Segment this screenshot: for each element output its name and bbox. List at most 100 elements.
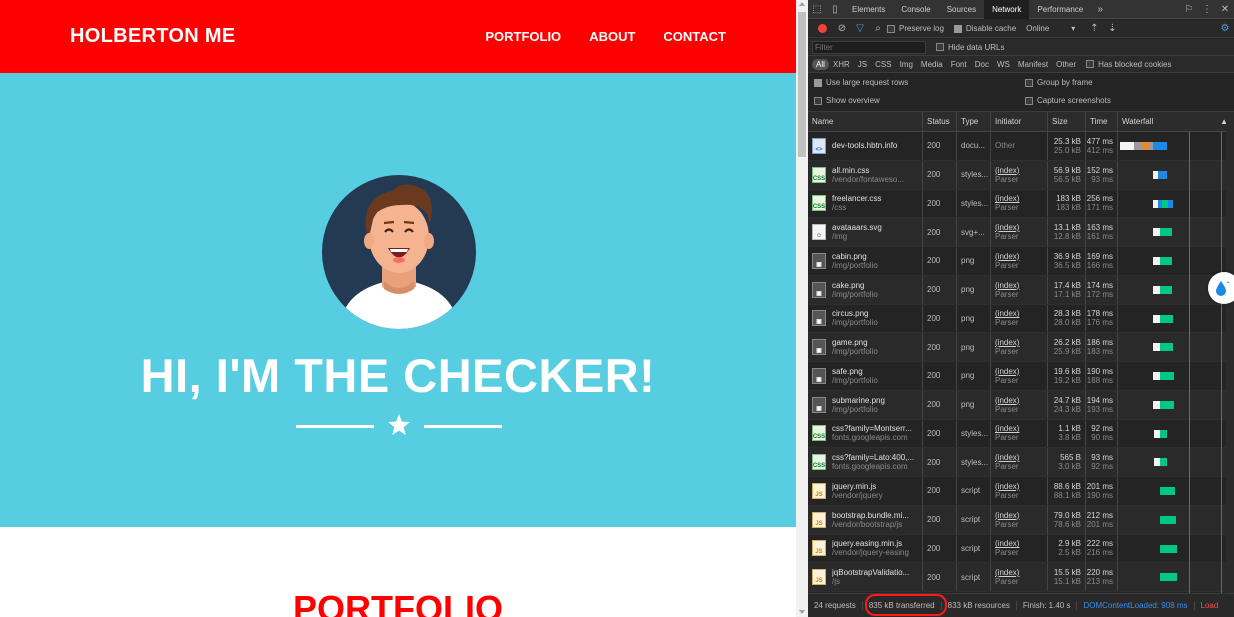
table-row[interactable]: ▣ submarine.png/img/portfolio 200 png (index… <box>808 390 1234 420</box>
disable-cache-checkbox[interactable]: Disable cache <box>953 24 1016 33</box>
type-filter-all[interactable]: All <box>812 58 829 70</box>
record-icon[interactable] <box>818 24 827 33</box>
table-row[interactable]: ▣ cake.png/img/portfolio 200 png (index) Pars… <box>808 275 1234 305</box>
hide-data-urls-checkbox[interactable]: Hide data URLs <box>936 43 1004 52</box>
more-tabs-icon[interactable]: » <box>1091 0 1109 19</box>
request-name-cell[interactable]: ▣ circus.png/img/portfolio <box>808 304 923 333</box>
waterfall-cell[interactable] <box>1118 506 1234 534</box>
large-rows-checkbox[interactable]: Use large request rows <box>814 78 908 87</box>
request-name-cell[interactable]: JS jqBootstrapValidatio.../js <box>808 563 923 591</box>
table-row[interactable]: ▣ cabin.png/img/portfolio 200 png (index) Par… <box>808 247 1234 276</box>
waterfall-cell[interactable] <box>1118 563 1234 591</box>
scrollbar-thumb[interactable] <box>798 12 806 157</box>
waterfall-cell[interactable] <box>1118 420 1234 448</box>
type-filter-ws[interactable]: WS <box>993 59 1014 70</box>
scroll-up-arrow-icon[interactable] <box>799 2 805 6</box>
group-by-frame-checkbox[interactable]: Group by frame <box>1025 78 1093 87</box>
waterfall-cell[interactable] <box>1118 333 1234 361</box>
inspect-element-icon[interactable]: ⬚ <box>808 0 826 19</box>
more-options-icon[interactable]: ⋮ <box>1198 0 1216 19</box>
nav-link-portfolio[interactable]: PORTFOLIO <box>485 29 561 44</box>
type-filter-manifest[interactable]: Manifest <box>1014 59 1052 70</box>
request-initiator[interactable]: (index) <box>995 367 1019 376</box>
table-row[interactable]: JS bootstrap.bundle.mi.../vendor/bootstra… <box>808 505 1234 535</box>
table-row[interactable]: CSS css?family=Lato:400,... fonts.googleap… <box>808 448 1234 477</box>
request-initiator[interactable]: (index) <box>995 453 1019 462</box>
waterfall-cell[interactable] <box>1118 448 1234 476</box>
table-row[interactable]: CSS freelancer.css/css 200 styles... (index)… <box>808 189 1234 219</box>
request-name-cell[interactable]: ▣ safe.png/img/portfolio <box>808 362 923 390</box>
feedback-icon[interactable]: ⚐ <box>1180 0 1198 19</box>
show-overview-checkbox[interactable]: Show overview <box>814 96 880 105</box>
request-initiator[interactable]: (index) <box>995 252 1019 261</box>
import-har-icon[interactable]: ⇡ <box>1085 19 1103 38</box>
table-row[interactable]: ▣ safe.png/img/portfolio 200 png (index) Pars… <box>808 362 1234 391</box>
table-row[interactable]: <> dev-tools.hbtn.info 200 docu... Other 25.3… <box>808 132 1234 161</box>
column-header-waterfall[interactable]: Waterfall ▲ <box>1118 112 1234 131</box>
request-initiator[interactable]: (index) <box>995 194 1019 203</box>
tab-network[interactable]: Network <box>984 0 1030 19</box>
waterfall-cell[interactable] <box>1118 247 1234 275</box>
column-header-time[interactable]: Time <box>1086 112 1118 131</box>
type-filter-js[interactable]: JS <box>854 59 871 70</box>
request-name-cell[interactable]: CSS freelancer.css/css <box>808 189 923 218</box>
request-initiator[interactable]: (index) <box>995 309 1019 318</box>
table-scrollbar[interactable] <box>1226 112 1234 593</box>
column-header-name[interactable]: Name <box>808 112 923 131</box>
capture-screenshots-checkbox[interactable]: Capture screenshots <box>1025 96 1111 105</box>
table-row[interactable]: JS jquery.min.js/vendor/jquery 200 script (i… <box>808 477 1234 506</box>
throttling-select[interactable]: Online ▾ <box>1026 24 1075 33</box>
request-initiator[interactable]: (index) <box>995 166 1019 175</box>
request-initiator[interactable]: (index) <box>995 424 1019 433</box>
filter-input[interactable] <box>812 40 926 54</box>
table-row[interactable]: ☺ avataaars.svg/img 200 svg+... (index) Parse… <box>808 218 1234 247</box>
type-filter-font[interactable]: Font <box>947 59 971 70</box>
column-header-initiator[interactable]: Initiator <box>991 112 1048 131</box>
tab-performance[interactable]: Performance <box>1029 0 1091 19</box>
request-initiator[interactable]: (index) <box>995 223 1019 232</box>
column-header-size[interactable]: Size <box>1048 112 1086 131</box>
scroll-down-arrow-icon[interactable] <box>799 610 805 614</box>
table-row[interactable]: JS jqBootstrapValidatio.../js 200 script (in… <box>808 563 1234 592</box>
waterfall-cell[interactable] <box>1118 218 1234 246</box>
waterfall-cell[interactable] <box>1118 190 1234 218</box>
extension-bubble[interactable] <box>1208 272 1234 304</box>
type-filter-img[interactable]: Img <box>896 59 917 70</box>
request-name-cell[interactable]: ▣ cabin.png/img/portfolio <box>808 247 923 275</box>
preserve-log-checkbox[interactable]: Preserve log <box>887 24 944 33</box>
brand-logo[interactable]: HOLBERTON ME <box>70 25 235 48</box>
export-har-icon[interactable]: ⇣ <box>1103 19 1121 38</box>
request-name-cell[interactable]: CSS css?family=Montserr... fonts.googleapi… <box>808 419 923 448</box>
tab-sources[interactable]: Sources <box>939 0 984 19</box>
column-header-type[interactable]: Type <box>957 112 991 131</box>
column-header-status[interactable]: Status <box>923 112 957 131</box>
close-icon[interactable]: ✕ <box>1216 0 1234 19</box>
search-icon[interactable]: ⌕ <box>869 19 887 38</box>
request-initiator[interactable]: (index) <box>995 396 1019 405</box>
request-name-cell[interactable]: ▣ submarine.png/img/portfolio <box>808 390 923 419</box>
request-name-cell[interactable]: JS jquery.easing.min.js/vendor/jquery-eas… <box>808 534 923 563</box>
request-initiator[interactable]: (index) <box>995 482 1019 491</box>
waterfall-cell[interactable] <box>1118 391 1234 419</box>
type-filter-xhr[interactable]: XHR <box>829 59 854 70</box>
tab-console[interactable]: Console <box>893 0 938 19</box>
clear-icon[interactable]: ⊘ <box>833 19 851 38</box>
type-filter-media[interactable]: Media <box>917 59 947 70</box>
request-name-cell[interactable]: ▣ cake.png/img/portfolio <box>808 275 923 304</box>
type-filter-doc[interactable]: Doc <box>971 59 993 70</box>
request-initiator[interactable]: (index) <box>995 539 1019 548</box>
request-name-cell[interactable]: ▣ game.png/img/portfolio <box>808 333 923 361</box>
request-name-cell[interactable]: <> dev-tools.hbtn.info <box>808 132 923 160</box>
tab-elements[interactable]: Elements <box>844 0 893 19</box>
table-row[interactable]: ▣ game.png/img/portfolio 200 png (index) Pars… <box>808 333 1234 362</box>
table-row[interactable]: JS jquery.easing.min.js/vendor/jquery-eas… <box>808 534 1234 564</box>
request-initiator[interactable]: (index) <box>995 338 1019 347</box>
settings-gear-icon[interactable]: ⚙ <box>1216 19 1234 38</box>
request-initiator[interactable]: (index) <box>995 511 1019 520</box>
waterfall-cell[interactable] <box>1118 535 1234 563</box>
request-name-cell[interactable]: ☺ avataaars.svg/img <box>808 218 923 246</box>
waterfall-cell[interactable] <box>1118 477 1234 505</box>
waterfall-cell[interactable] <box>1118 305 1234 333</box>
device-toolbar-icon[interactable]: ▯ <box>826 0 844 19</box>
page-scrollbar[interactable] <box>796 0 808 617</box>
